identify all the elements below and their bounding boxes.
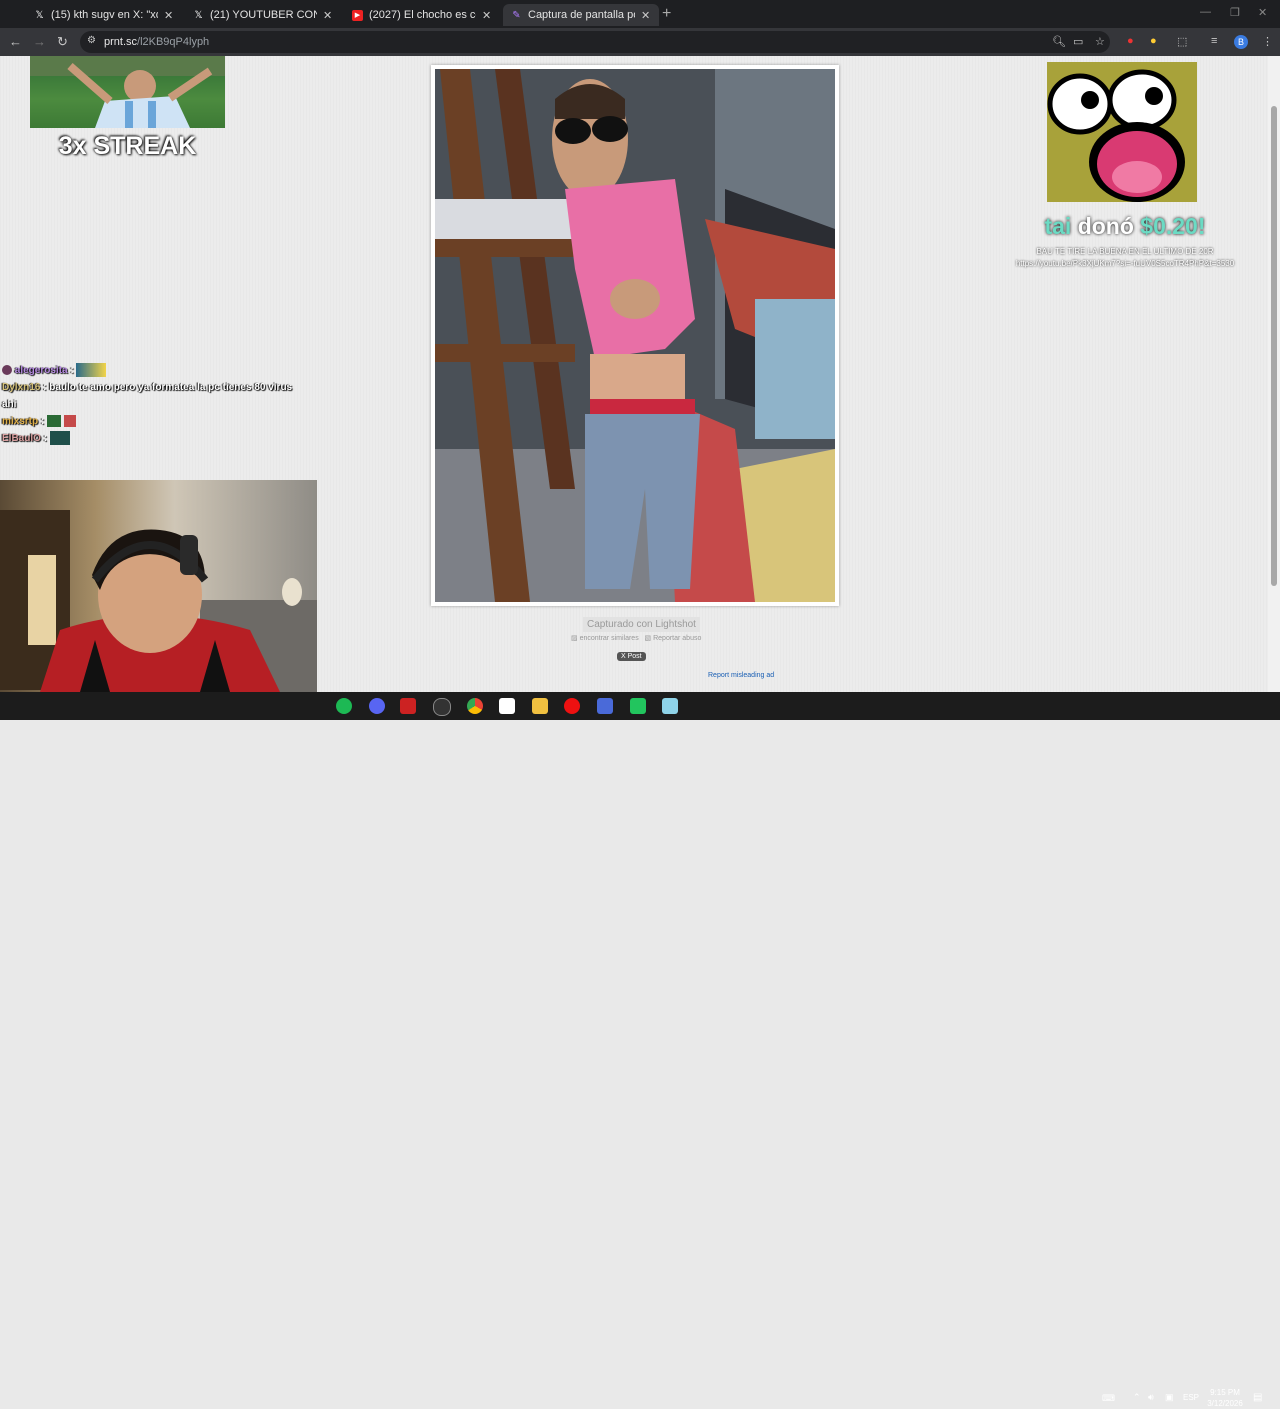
- tab-x-youtuber[interactable]: 𝕏 (21) YOUTUBER CONSIDERADA ✕: [185, 4, 341, 26]
- scrollbar-thumb[interactable]: [1271, 106, 1277, 586]
- emote-icon: [76, 363, 107, 378]
- extension-red-icon[interactable]: ●: [1127, 35, 1134, 47]
- site-info-icon[interactable]: ⚙: [87, 35, 96, 46]
- menu-icon[interactable]: ⋮: [1262, 35, 1273, 48]
- browser-toolbar: ← → ↻ ⚙ prnt.sc/l2KB9qP4lyph 🔍︎ ▭ ☆ ● ● …: [0, 28, 1280, 56]
- user-badge-icon: [2, 365, 12, 376]
- tab-youtube[interactable]: ▶ (2027) El chocho es como un m ✕: [344, 4, 500, 26]
- lightshot-caption: Capturado con Lightshot: [583, 617, 700, 632]
- tab-title: (15) kth sugv en X: "xown viend: [51, 9, 158, 21]
- keyboard-icon[interactable]: ⌨: [1102, 1393, 1115, 1404]
- x-post-button[interactable]: X Post: [617, 652, 646, 661]
- screenshot-image[interactable]: [435, 69, 835, 602]
- window-close-icon[interactable]: ✕: [1258, 6, 1267, 19]
- app-icon[interactable]: [597, 698, 613, 714]
- tab-title: (21) YOUTUBER CONSIDERADA: [210, 9, 317, 21]
- url-text: prnt.sc/l2KB9qP4lyph: [104, 36, 210, 48]
- obs-icon[interactable]: [433, 698, 451, 716]
- close-icon[interactable]: ✕: [164, 9, 174, 22]
- language-indicator[interactable]: ESP: [1183, 1393, 1199, 1402]
- close-icon[interactable]: ✕: [641, 9, 651, 22]
- address-bar[interactable]: ⚙ prnt.sc/l2KB9qP4lyph: [80, 31, 1110, 53]
- chat-message: mixsrtp :: [2, 413, 302, 430]
- report-abuse-link[interactable]: ▧ Reportar abuso: [645, 635, 702, 642]
- minimize-icon[interactable]: —: [1200, 6, 1211, 18]
- donation-alert-message: BAU TE TIRE LA BUENA EN EL ULTIMO DE 20R…: [1015, 247, 1235, 268]
- find-similar-link[interactable]: ▨ encontrar similares: [571, 635, 639, 642]
- chrome-icon[interactable]: [467, 698, 483, 714]
- donation-alert-title: tai donó $0.20!: [1044, 213, 1206, 239]
- emote-icon: [49, 431, 70, 446]
- discord-icon[interactable]: [369, 698, 385, 714]
- photo-scene: [435, 69, 835, 602]
- streak-clip-image: [30, 56, 225, 128]
- chat-message: Dylxn16 : baulo te amo pero ya formatea …: [2, 382, 293, 410]
- network-icon[interactable]: ▣: [1165, 1392, 1174, 1403]
- kick-icon[interactable]: [630, 698, 646, 714]
- extension-yellow-icon[interactable]: ●: [1150, 35, 1157, 47]
- x-icon: 𝕏: [194, 9, 203, 21]
- chat-message: ElBaulO :: [2, 430, 302, 447]
- emote-icon: [63, 415, 76, 428]
- pepe-alert-image: [1042, 56, 1202, 202]
- webcam-feed: [0, 480, 317, 692]
- image-actions: ▨ encontrar similares ▧ Reportar abuso: [571, 634, 701, 642]
- zoom-icon[interactable]: 🔍︎: [1052, 35, 1066, 48]
- cast-icon[interactable]: ▭: [1073, 35, 1083, 48]
- reading-list-icon[interactable]: ≡: [1211, 35, 1217, 47]
- extensions-icon[interactable]: ⬚: [1177, 35, 1187, 48]
- new-tab-button[interactable]: +: [662, 5, 671, 23]
- system-clock[interactable]: 9:15 PM 3/12/2026: [1200, 1387, 1250, 1409]
- reload-icon[interactable]: ↻: [57, 34, 68, 50]
- stream-chat: alegerosita : Dylxn16 : baulo te amo per…: [2, 362, 302, 447]
- windows-taskbar: ⌨ ⌃ 🔊︎ ▣ ESP 9:15 PM 3/12/2026 ▤: [0, 692, 1280, 1408]
- opera-icon[interactable]: [564, 698, 580, 714]
- x-icon: 𝕏: [35, 9, 44, 21]
- chat-message: alegerosita :: [2, 362, 302, 379]
- close-icon[interactable]: ✕: [482, 9, 492, 22]
- file-explorer-icon[interactable]: [532, 698, 548, 714]
- bookmark-star-icon[interactable]: ☆: [1095, 35, 1105, 48]
- lightshot-page: Capturado con Lightshot ▨ encontrar simi…: [0, 56, 1268, 692]
- youtube-icon: ▶: [352, 9, 363, 21]
- report-ad-link[interactable]: Report misleading ad: [708, 672, 774, 679]
- close-icon[interactable]: ✕: [323, 9, 333, 22]
- screenshot-frame: [431, 65, 839, 606]
- streak-label: 3x STREAK: [58, 132, 197, 160]
- notifications-icon[interactable]: ▤: [1253, 1392, 1262, 1403]
- back-icon[interactable]: ←: [9, 34, 22, 49]
- tray-chevron-icon[interactable]: ⌃: [1133, 1392, 1141, 1403]
- volume-icon[interactable]: 🔊︎: [1148, 1392, 1154, 1403]
- spotify-icon[interactable]: [336, 698, 352, 714]
- profile-avatar[interactable]: B: [1234, 35, 1248, 49]
- player-celebration-image: [30, 56, 225, 128]
- streaming-app-icon[interactable]: [400, 698, 416, 714]
- page-scrollbar[interactable]: [1268, 56, 1280, 692]
- emote-icon: [47, 415, 62, 428]
- maximize-icon[interactable]: ❐: [1230, 6, 1240, 19]
- forward-icon[interactable]: →: [33, 34, 46, 49]
- capcut-icon[interactable]: [499, 698, 515, 714]
- browser-tab-strip: 𝕏 (15) kth sugv en X: "xown viend ✕ 𝕏 (2…: [0, 0, 1280, 28]
- notepad-icon[interactable]: [662, 698, 678, 714]
- tab-title: (2027) El chocho es como un m: [369, 9, 476, 21]
- tab-x-kth[interactable]: 𝕏 (15) kth sugv en X: "xown viend ✕: [26, 4, 182, 26]
- tab-lightshot[interactable]: ✎ Captura de pantalla por Lightsh ✕: [503, 4, 659, 26]
- lightshot-icon: ✎: [512, 9, 521, 21]
- tab-title: Captura de pantalla por Lightsh: [528, 9, 635, 21]
